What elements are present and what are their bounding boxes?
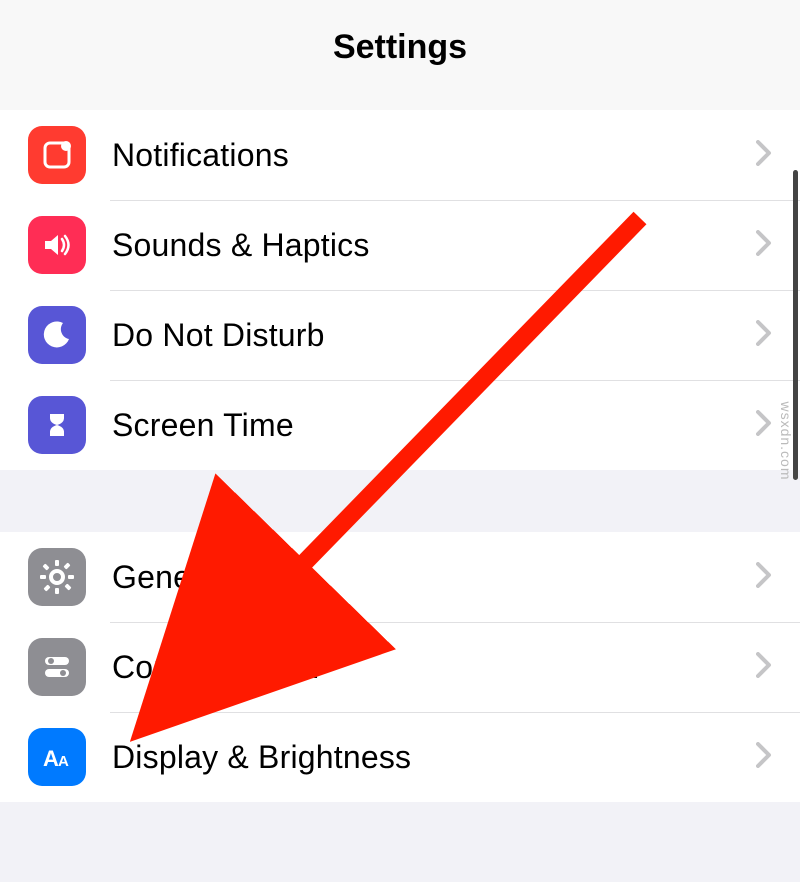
header: Settings xyxy=(0,0,800,110)
chevron-right-icon xyxy=(756,738,772,777)
speaker-icon xyxy=(28,216,86,274)
row-label: Display & Brightness xyxy=(112,739,756,776)
svg-text:A: A xyxy=(58,753,69,770)
svg-text:A: A xyxy=(43,746,59,771)
row-control-center[interactable]: Control Center xyxy=(0,622,800,712)
notifications-icon xyxy=(28,126,86,184)
row-general[interactable]: General xyxy=(0,532,800,622)
chevron-right-icon xyxy=(756,648,772,687)
chevron-right-icon xyxy=(756,316,772,355)
group-spacer xyxy=(0,470,800,532)
settings-group-2: General Control Center AA Display & Brig… xyxy=(0,532,800,802)
row-label: Screen Time xyxy=(112,407,756,444)
hourglass-icon xyxy=(28,396,86,454)
chevron-right-icon xyxy=(756,136,772,175)
text-size-icon: AA xyxy=(28,728,86,786)
row-do-not-disturb[interactable]: Do Not Disturb xyxy=(0,290,800,380)
row-notifications[interactable]: Notifications xyxy=(0,110,800,200)
moon-icon xyxy=(28,306,86,364)
watermark: wsxdn.com xyxy=(778,401,794,480)
row-display-brightness[interactable]: AA Display & Brightness xyxy=(0,712,800,802)
chevron-right-icon xyxy=(756,558,772,597)
row-label: Sounds & Haptics xyxy=(112,227,756,264)
row-label: Control Center xyxy=(112,649,756,686)
row-label: General xyxy=(112,559,756,596)
row-sounds-haptics[interactable]: Sounds & Haptics xyxy=(0,200,800,290)
toggles-icon xyxy=(28,638,86,696)
row-label: Notifications xyxy=(112,137,756,174)
row-label: Do Not Disturb xyxy=(112,317,756,354)
row-screen-time[interactable]: Screen Time xyxy=(0,380,800,470)
page-title: Settings xyxy=(333,28,467,67)
chevron-right-icon xyxy=(756,226,772,265)
settings-group-1: Notifications Sounds & Haptics Do Not Di… xyxy=(0,110,800,470)
gear-icon xyxy=(28,548,86,606)
chevron-right-icon xyxy=(756,406,772,445)
